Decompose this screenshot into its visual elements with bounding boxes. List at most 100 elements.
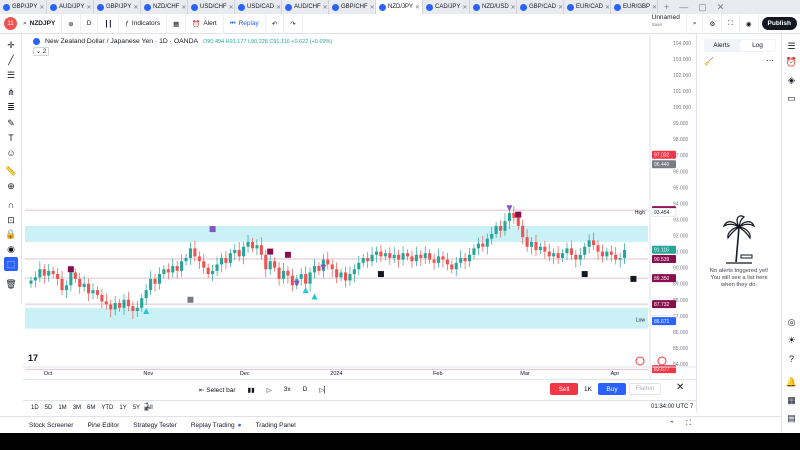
settings-button[interactable]: ⚙ bbox=[703, 13, 723, 34]
chart-area[interactable]: 104.000 103.000 102.000 101.000 100.000 99.00… bbox=[23, 34, 696, 378]
close-tab-icon[interactable]: ✕ bbox=[511, 4, 516, 11]
buy-button[interactable]: Buy bbox=[598, 383, 626, 395]
browser-tab[interactable]: EUR/CAD ✕ bbox=[564, 0, 611, 14]
zoom-in-icon[interactable]: ⊕ bbox=[4, 179, 18, 193]
apps-icon[interactable]: ▦ bbox=[785, 394, 798, 407]
close-tab-icon[interactable]: ✕ bbox=[276, 4, 281, 11]
chat-icon[interactable]: ▭ bbox=[785, 92, 798, 105]
close-window-icon[interactable]: ✕ bbox=[717, 2, 725, 13]
pause-button[interactable]: ▮▮ bbox=[242, 386, 261, 394]
goto-date-icon[interactable]: ⇥ ▦ bbox=[144, 402, 149, 412]
indicators-button[interactable]: ƒ Indicators bbox=[119, 13, 168, 34]
layout-name-button[interactable]: Unnamed Save bbox=[646, 13, 687, 34]
alert-button[interactable]: ⏰ Alert bbox=[186, 13, 224, 34]
close-tab-icon[interactable]: ✕ bbox=[229, 4, 234, 11]
close-tab-icon[interactable]: ✕ bbox=[558, 4, 563, 11]
browser-tab[interactable]: USD/CAD ✕ bbox=[235, 0, 282, 14]
close-replay-icon[interactable]: ✕ bbox=[676, 382, 684, 393]
flatten-button[interactable]: Flatten bbox=[629, 383, 661, 395]
close-tab-icon[interactable]: ✕ bbox=[86, 4, 91, 11]
browser-tab[interactable]: USD/CHF ✕ bbox=[188, 0, 235, 14]
compare-button[interactable]: ⊕ bbox=[62, 13, 81, 34]
pitchfork-icon[interactable]: ⋔ bbox=[4, 85, 18, 99]
browser-tab[interactable]: GBP/CHF ✕ bbox=[329, 0, 376, 14]
lock-drawing-icon[interactable]: ⊡ bbox=[4, 213, 18, 227]
tab-alerts[interactable]: Alerts bbox=[704, 39, 739, 52]
maximize-icon[interactable]: ⛶ bbox=[686, 420, 691, 428]
step-interval-button[interactable]: D bbox=[297, 386, 314, 393]
price-chart[interactable]: 104.000 103.000 102.000 101.000 100.000 99.00… bbox=[23, 34, 696, 378]
range-ytd[interactable]: YTD bbox=[98, 405, 116, 411]
sell-button[interactable]: Sell bbox=[550, 383, 578, 395]
browser-tab[interactable]: AUD/JPY ✕ bbox=[47, 0, 94, 14]
browser-tab[interactable]: NZD/USD ✕ bbox=[470, 0, 517, 14]
browser-tab[interactable]: EUR/GBP ✕ bbox=[611, 0, 658, 14]
object-tree-icon[interactable]: ⬚ bbox=[4, 257, 18, 271]
notifications-icon[interactable]: 🔔 bbox=[785, 376, 798, 389]
tab-log[interactable]: Log bbox=[740, 40, 775, 51]
range-5y[interactable]: 5Y bbox=[130, 405, 143, 411]
bottom-tab[interactable]: Strategy Tester bbox=[126, 422, 184, 429]
browser-tab[interactable]: GBP/JPY ✕ bbox=[94, 0, 141, 14]
ideas-icon[interactable]: ☀ bbox=[785, 334, 798, 347]
clear-log-icon[interactable]: 🧹 bbox=[704, 57, 714, 66]
bar-style-button[interactable]: ┃┃ bbox=[98, 13, 120, 34]
new-tab-icon[interactable]: + bbox=[664, 2, 669, 13]
watchlist-icon[interactable]: ☰ bbox=[785, 40, 798, 53]
fib-tool-icon[interactable]: ≣ bbox=[4, 100, 18, 114]
hotlist-icon[interactable]: ▤ bbox=[785, 412, 798, 425]
chevron-up-icon[interactable]: ⌃ bbox=[669, 420, 675, 428]
browser-tab[interactable]: GBP/JPY ✕ bbox=[0, 0, 47, 14]
quick-search-button[interactable]: ⌕ bbox=[687, 13, 704, 34]
horizontal-lines-icon[interactable]: ☰ bbox=[4, 68, 18, 82]
redo-button[interactable]: ↷ bbox=[284, 13, 303, 34]
browser-tab[interactable]: AUD/CHF ✕ bbox=[282, 0, 329, 14]
bottom-tab[interactable]: Pine Editor bbox=[80, 422, 126, 429]
browser-tab[interactable]: NZD/CHF ✕ bbox=[141, 0, 188, 14]
alarm-clock-icon[interactable]: ⏰ bbox=[785, 56, 798, 69]
brush-icon[interactable]: ✎ bbox=[4, 116, 18, 130]
speed-button[interactable]: 3x bbox=[278, 386, 297, 393]
publish-button[interactable]: Publish bbox=[761, 17, 797, 30]
trend-line-icon[interactable]: ╱ bbox=[4, 53, 18, 67]
close-tab-icon[interactable]: ✕ bbox=[181, 4, 186, 11]
bottom-tab[interactable]: Stock Screener bbox=[22, 422, 80, 429]
replay-button[interactable]: ⏮ Replay bbox=[224, 13, 266, 34]
range-3m[interactable]: 3M bbox=[70, 405, 84, 411]
help-icon[interactable]: ? bbox=[785, 352, 798, 365]
close-tab-icon[interactable]: ✕ bbox=[415, 4, 420, 11]
target-icon[interactable]: ◎ bbox=[785, 316, 798, 329]
close-tab-icon[interactable]: ✕ bbox=[133, 4, 138, 11]
browser-tab[interactable]: NZD/JPY ✕ bbox=[376, 0, 423, 14]
minimize-icon[interactable]: — bbox=[679, 2, 688, 13]
bottom-tab[interactable]: Trading Panel bbox=[249, 422, 303, 429]
select-bar-button[interactable]: ⇤ Select bar bbox=[193, 386, 242, 394]
ruler-icon[interactable]: 📏 bbox=[4, 164, 18, 178]
snapshot-button[interactable]: ◉ bbox=[740, 13, 759, 34]
emoji-icon[interactable]: ☺ bbox=[4, 146, 18, 160]
magnet-icon[interactable]: ∩ bbox=[4, 198, 18, 212]
interval-button[interactable]: D bbox=[81, 13, 99, 34]
lock-icon[interactable]: 🔒 bbox=[4, 227, 18, 241]
close-tab-icon[interactable]: ✕ bbox=[323, 4, 328, 11]
hide-drawings-icon[interactable]: ◉ bbox=[4, 242, 18, 256]
browser-tab[interactable]: CAD/JPY ✕ bbox=[423, 0, 470, 14]
range-1d[interactable]: 1D bbox=[28, 405, 42, 411]
range-1y[interactable]: 1Y bbox=[116, 405, 129, 411]
fullscreen-button[interactable]: ⛶ bbox=[722, 13, 740, 34]
chart-title[interactable]: New Zealand Dollar / Japanese Yen · 1D ·… bbox=[45, 38, 198, 45]
undo-button[interactable]: ↶ bbox=[266, 13, 285, 34]
trash-icon[interactable]: 🗑 bbox=[4, 277, 18, 291]
close-tab-icon[interactable]: ✕ bbox=[605, 4, 610, 11]
browser-tab[interactable]: GBP/CAD ✕ bbox=[517, 0, 564, 14]
close-tab-icon[interactable]: ✕ bbox=[462, 4, 467, 11]
crosshair-icon[interactable]: ✛ bbox=[4, 38, 18, 52]
range-5d[interactable]: 5D bbox=[42, 405, 56, 411]
range-6m[interactable]: 6M bbox=[84, 405, 98, 411]
text-tool-icon[interactable]: T bbox=[4, 131, 18, 145]
quantity-field[interactable]: 1K bbox=[581, 383, 595, 395]
templates-button[interactable]: ▦ bbox=[167, 13, 187, 34]
bottom-tab[interactable]: Replay Trading ● bbox=[184, 422, 249, 429]
jump-to-realtime-button[interactable]: ▷▏ bbox=[313, 386, 335, 394]
close-tab-icon[interactable]: ✕ bbox=[652, 4, 657, 11]
